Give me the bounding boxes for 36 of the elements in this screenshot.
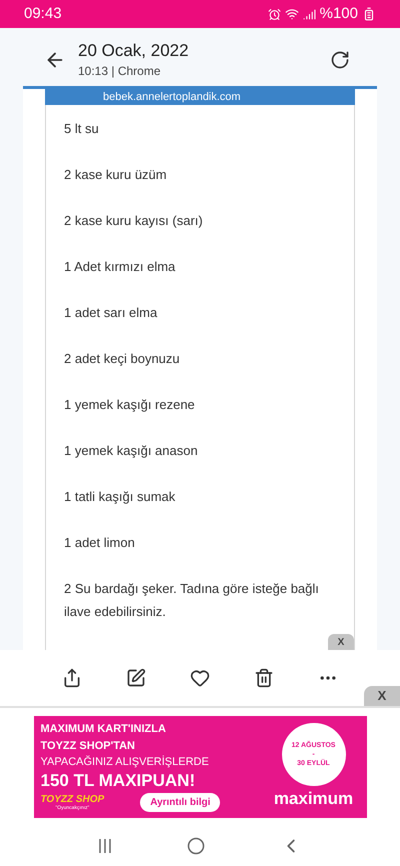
share-icon[interactable] [62, 668, 82, 688]
edit-icon[interactable] [126, 668, 146, 688]
recipe-item: 1 adet sarı elma [63, 304, 158, 322]
rotate-icon[interactable] [330, 50, 350, 70]
ad-text: YAPACAĞINIZ ALIŞVERİŞLERDE [40, 754, 210, 770]
ad-close-button[interactable]: X [364, 686, 400, 706]
recipe-item: 1 tatli kaşığı sumak [63, 488, 176, 506]
recipe-item: 2 adet keçi boynuzu [63, 350, 181, 368]
recipe-item: 2 kase kuru üzüm [63, 166, 168, 184]
date-title: 20 Ocak, 2022 [78, 40, 190, 62]
wifi-icon [284, 7, 299, 21]
url-bar: bebek.annelertoplandik.com [45, 89, 355, 105]
recipe-item: 1 yemek kaşığı anason [63, 442, 199, 460]
ad-text: MAXIMUM KART'INIZLA [40, 722, 167, 737]
ad-headline: 150 TL MAXIPUAN! [40, 771, 196, 791]
time-source: 10:13 | Chrome [78, 63, 162, 80]
details-button[interactable]: Ayrıntılı bilgi [140, 793, 220, 812]
home-icon[interactable] [186, 837, 205, 855]
battery-level: %100 [320, 4, 358, 24]
maximum-logo: maximum [274, 788, 354, 810]
close-button[interactable]: X [328, 634, 354, 650]
recipe-item: 2 kase kuru kayısı (sarı) [63, 212, 204, 230]
recipe-item: 2 Su bardağı şeker. Tadına göre isteğe bağlı ilave edebilirsiniz. [63, 580, 320, 621]
ad-text: TOYZZ SHOP'TAN [40, 739, 136, 754]
recipe-item: 1 yemek kaşığı rezene [63, 396, 196, 414]
battery-icon [362, 7, 376, 21]
recipe-item: 5 lt su [63, 120, 100, 138]
recipe-item: 1 adet limon [63, 534, 136, 552]
recipe-item: 1 Adet kırmızı elma [63, 258, 176, 276]
recent-apps-icon[interactable] [98, 838, 112, 854]
status-time: 09:43 [24, 4, 62, 24]
heart-icon[interactable] [190, 668, 210, 688]
toyzz-logo: TOYZZ SHOP [40, 794, 104, 805]
alarm-icon [268, 8, 281, 20]
signal-icon [302, 8, 316, 20]
trash-icon[interactable] [254, 668, 274, 688]
